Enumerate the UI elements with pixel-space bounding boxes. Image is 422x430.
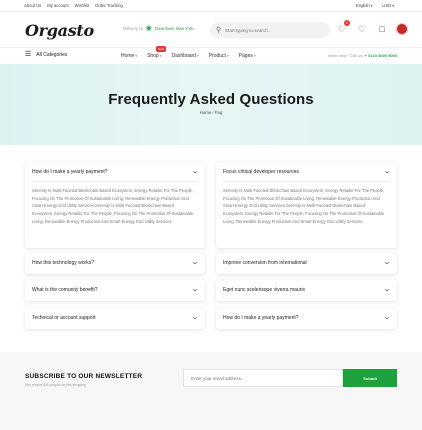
chevron-down-icon[interactable]: ⌄ — [383, 313, 391, 321]
notification-badge: 2 — [344, 20, 350, 26]
menu-icon: ☰ — [25, 51, 32, 58]
top-links: About Us My account Wishlist Order Track… — [24, 3, 123, 8]
all-categories-label: All Categories — [36, 52, 68, 58]
order-tracking-link[interactable]: Order Tracking — [95, 3, 123, 8]
breadcrumb[interactable]: Home / Faq — [0, 110, 422, 115]
delivery-location[interactable]: Delivery to ◉ Downtown New York... — [123, 25, 197, 32]
chevron-down-icon[interactable]: ⌄ — [383, 285, 391, 293]
avatar[interactable] — [396, 23, 408, 35]
menu-items: Home ShopNew Dashboard Product Pages — [121, 46, 256, 59]
newsletter-title: SUBSCRIBE TO OUR NEWSLETTER — [25, 373, 143, 380]
menu-shop-label: Shop — [147, 53, 159, 59]
cart-icon[interactable]: □ — [376, 23, 388, 35]
faq-item[interactable]: Focus critical developer resources ⌄ Ser… — [216, 162, 397, 248]
help-contact: Need help? Call Us: + 0123 4000 5000 — [328, 53, 397, 58]
faq-question: What is the comunity benefit? — [32, 287, 98, 293]
wishlist-link[interactable]: Wishlist — [75, 3, 89, 8]
page-title: Frequently Asked Questions — [108, 91, 314, 108]
help-phone[interactable]: + 0123 4000 5000 — [365, 53, 397, 58]
search-icon[interactable]: ⚲ — [216, 26, 221, 34]
chevron-down-icon[interactable]: ⌄ — [191, 167, 199, 175]
faq-item[interactable]: Technical or account support ⌄ — [25, 308, 205, 329]
faq-item[interactable]: Improve conversion from international ⌄ — [216, 253, 397, 274]
language-select[interactable]: English — [356, 3, 372, 8]
faq-item[interactable]: How do I make a yearly payment? ⌄ Sereni… — [25, 162, 205, 248]
faq-question: How this technology works? — [32, 260, 94, 266]
faq-answer: Serenity Is Multi-Faceted Blockchain Bas… — [32, 188, 194, 224]
help-label: Need help? Call Us: — [327, 53, 364, 58]
faq-question: Focus critical developer resources — [223, 169, 299, 175]
top-bar: About Us My account Wishlist Order Track… — [0, 0, 422, 12]
new-badge: New — [156, 46, 167, 52]
about-us-link[interactable]: About Us — [24, 3, 41, 8]
faq-item[interactable]: How this technology works? ⌄ — [25, 253, 205, 274]
faq-question: How do I make a yearly payment? — [223, 315, 299, 321]
site-header: Orgasto Delivery to ◉ Downtown New York.… — [0, 13, 422, 47]
search-input[interactable] — [225, 27, 326, 33]
faq-item[interactable]: Eget nunc scelerisque viverra mauris ⌄ — [216, 280, 397, 301]
delivery-label: Delivery to — [123, 26, 143, 31]
my-account-link[interactable]: My account — [47, 3, 68, 8]
faq-item[interactable]: How do I make a yearly payment? ⌄ — [216, 308, 397, 329]
email-field[interactable] — [183, 369, 343, 387]
menu-product[interactable]: Product — [209, 53, 229, 59]
header-icons: ♡ 2 ♡ □ — [336, 20, 408, 35]
faq-question: How do I make a yearly payment? — [32, 169, 108, 175]
chevron-down-icon[interactable]: ⌄ — [383, 258, 391, 266]
search-bar: ⚲ — [210, 22, 330, 38]
chevron-down-icon[interactable]: ⌄ — [191, 285, 199, 293]
all-categories-button[interactable]: ☰ All Categories — [25, 51, 68, 58]
chevron-down-icon[interactable]: ⌄ — [191, 313, 199, 321]
chevron-down-icon[interactable]: ⌄ — [191, 258, 199, 266]
faq-item[interactable]: What is the comunity benefit? ⌄ — [25, 280, 205, 301]
menu-home[interactable]: Home — [121, 53, 137, 59]
faq-question: Improve conversion from international — [223, 260, 307, 266]
submit-button[interactable]: Submit — [343, 369, 397, 387]
divider — [223, 181, 390, 182]
location-pin-icon: ◉ — [145, 25, 152, 32]
divider — [32, 181, 198, 182]
bell-icon[interactable]: ♡ 2 — [336, 20, 350, 35]
currency-select[interactable]: USD — [382, 3, 394, 8]
newsletter-section: SUBSCRIBE TO OUR NEWSLETTER And receive … — [0, 352, 422, 430]
faq-answer: Serenity Is Multi-Faceted Blockchain Bas… — [223, 188, 385, 224]
heart-icon[interactable]: ♡ — [356, 23, 368, 35]
faq-question: Technical or account support — [32, 315, 96, 321]
logo[interactable]: Orgasto — [25, 21, 94, 40]
menu-shop[interactable]: Shop New — [147, 46, 167, 59]
chevron-down-icon[interactable]: ⌄ — [383, 167, 391, 175]
delivery-city: Downtown New York... — [154, 26, 197, 31]
menu-pages[interactable]: Pages — [239, 53, 256, 59]
faq-question: Eget nunc scelerisque viverra mauris — [223, 287, 305, 293]
page-hero: Frequently Asked Questions Home / Faq — [0, 64, 422, 145]
newsletter-subtitle: And receive $20 coupon for first shoppin… — [25, 383, 86, 387]
main-nav: ☰ All Categories Home ShopNew Dashboard … — [0, 46, 422, 64]
menu-dashboard[interactable]: Dashboard — [172, 53, 199, 59]
